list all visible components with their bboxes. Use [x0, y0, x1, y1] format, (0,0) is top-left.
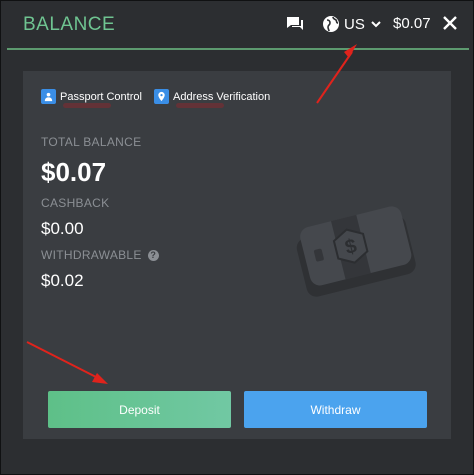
cashback-value: $0.00	[41, 219, 84, 238]
address-verification-badge[interactable]: Address Verification	[154, 89, 271, 108]
chat-icon[interactable]	[285, 14, 305, 34]
chevron-down-icon	[371, 21, 381, 28]
location-pin-icon	[154, 89, 169, 104]
help-icon[interactable]: ?	[147, 249, 159, 261]
cashback-label: CASHBACK	[41, 196, 110, 210]
passport-icon	[41, 89, 56, 104]
close-icon[interactable]	[441, 14, 459, 32]
withdrawable-label-row: WITHDRAWABLE ?	[41, 248, 159, 262]
globe-icon	[323, 16, 339, 32]
header-balance[interactable]: $0.07	[393, 15, 431, 32]
modal-header: BALANCE US $0.07	[7, 1, 469, 50]
region-selector[interactable]: US	[321, 13, 382, 35]
passport-control-label: Passport Control	[60, 90, 142, 103]
passport-control-badge[interactable]: Passport Control	[41, 89, 142, 108]
cash-icon: $	[296, 206, 416, 297]
balance-modal: BALANCE US $0.07 Passport Control Addres…	[0, 0, 474, 475]
total-balance-value: $0.07	[41, 157, 107, 187]
address-verification-label: Address Verification	[173, 90, 271, 103]
balance-card: Passport Control Address Verification TO…	[23, 71, 451, 439]
passport-status-redacted	[63, 103, 111, 108]
withdrawable-label: WITHDRAWABLE	[41, 248, 142, 262]
withdraw-button[interactable]: Withdraw	[244, 391, 427, 428]
withdrawable-value: $0.02	[41, 271, 84, 290]
address-status-redacted	[176, 103, 224, 108]
deposit-button[interactable]: Deposit	[48, 391, 231, 428]
region-label: US	[344, 15, 365, 33]
total-balance-label: TOTAL BALANCE	[41, 135, 142, 149]
modal-title: BALANCE	[23, 14, 116, 35]
